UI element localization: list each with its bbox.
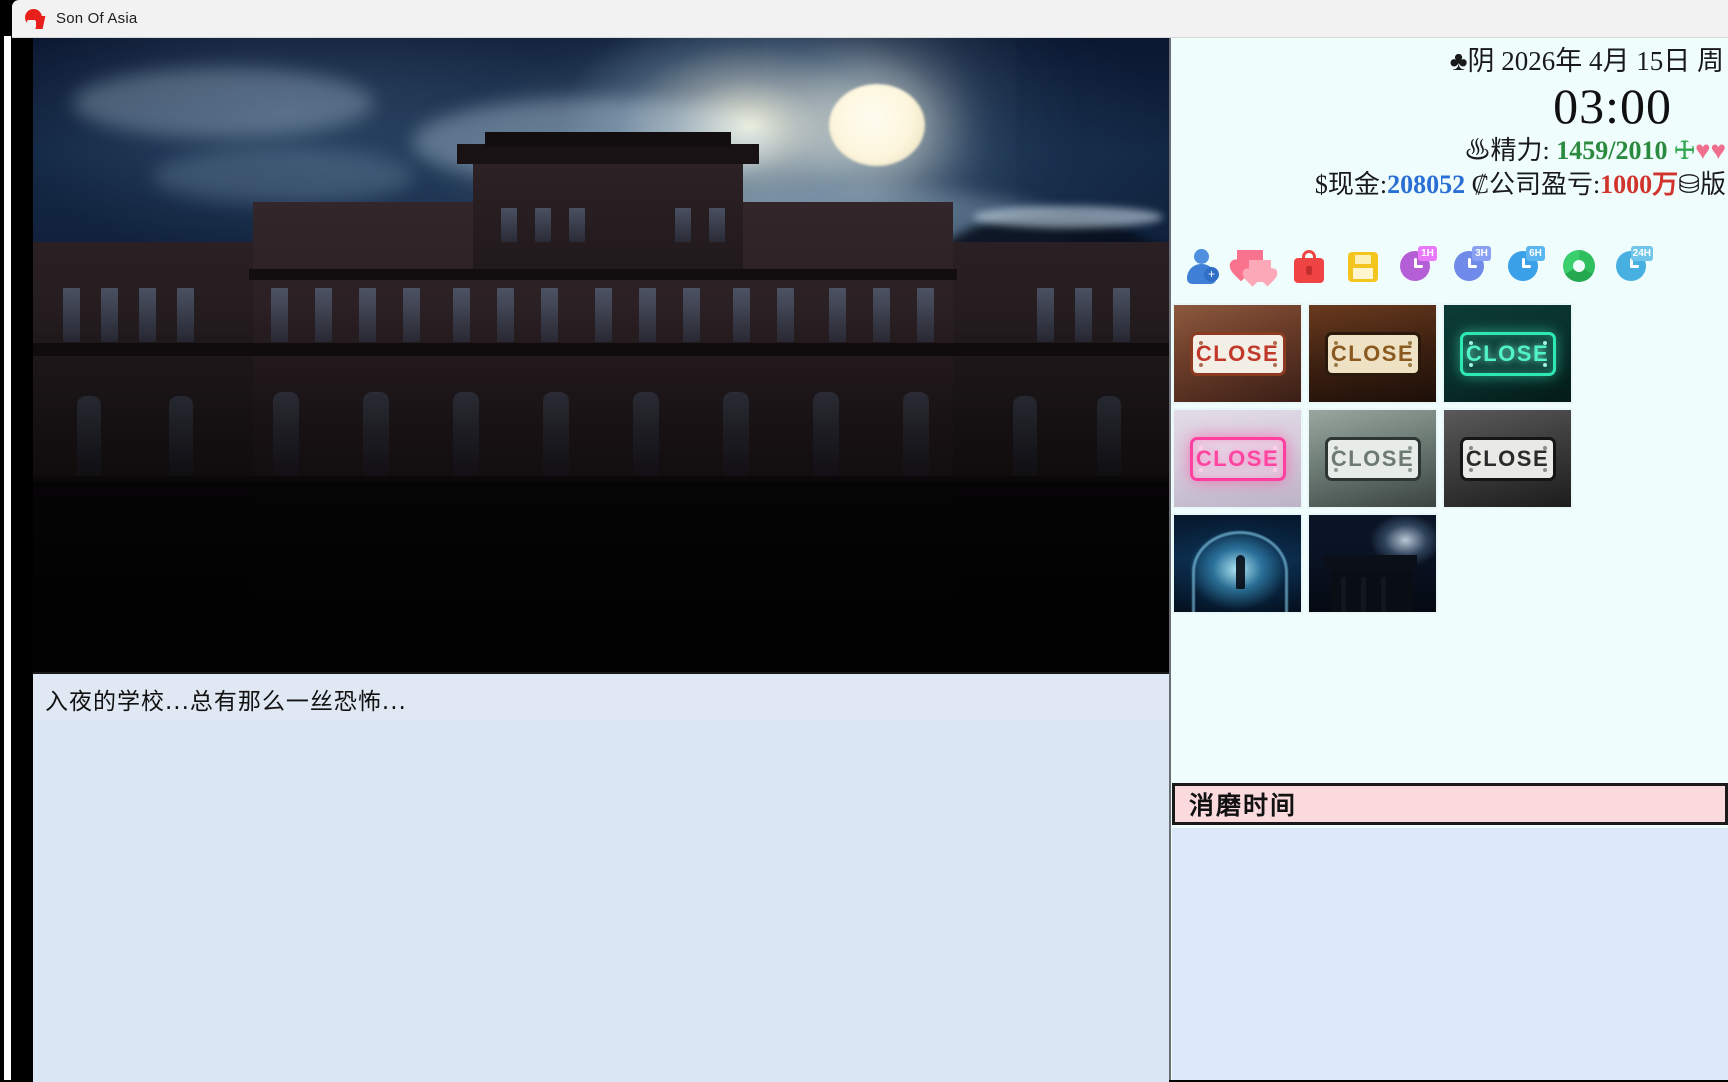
sign-screw [1468,362,1473,367]
sign-screw [1407,340,1412,345]
silhouette-figure [1236,555,1245,589]
thumb-close-dark[interactable]: CLOSE [1442,408,1573,509]
energy-icon: ♨ [1464,136,1491,165]
sign-screw [1272,467,1277,472]
clock-3h-icon[interactable]: 3H [1451,246,1491,286]
energy-value: 1459/2010 [1556,136,1668,165]
sign-screw [1542,362,1547,367]
chevron-right-icon[interactable]: › [1,298,11,316]
energy-display: ♨精力: 1459/2010 🜊♥♥ [1169,134,1728,168]
kill-time-label: 消磨时间 [1189,791,1298,820]
window-title: Son Of Asia [56,10,138,27]
moon-icon [829,84,925,166]
sign-screw [1468,467,1473,472]
money-display: $现金:208052 ₡公司盈亏:1000万⛁版 [1169,168,1728,202]
cash-icon: $ [1314,170,1328,199]
save-icon[interactable] [1343,246,1383,286]
sign-screw [1198,445,1203,450]
close-sign-label: CLOSE [1324,331,1421,376]
sidebar-lower-area[interactable] [1172,828,1728,1080]
clock-3h-badge: 3H [1472,246,1491,261]
cash-value: 208052 [1387,170,1466,199]
sign-screw [1407,445,1412,450]
close-sign-label: CLOSE [1459,331,1556,376]
close-sign-label: CLOSE [1189,331,1286,376]
dialogue-body[interactable] [33,720,1169,1082]
sign-screw [1407,467,1412,472]
extra-icon: ⛁ [1678,170,1700,199]
qt-logo-icon [24,8,46,30]
thumb-tunnel-blue[interactable] [1172,513,1303,614]
clock-6h-badge: 6H [1526,246,1545,261]
clock-24h-icon[interactable]: 24H [1613,246,1653,286]
energy-label: 精力: [1490,136,1550,165]
sign-screw [1542,340,1547,345]
profit-icon: ₡ [1471,170,1489,199]
clock-1h-icon[interactable]: 1H [1397,246,1437,286]
dialogue-panel[interactable]: 入夜的学校...总有那么一丝恐怖... [33,672,1169,1082]
sign-screw [1272,445,1277,450]
left-rail-strip [4,36,11,1080]
title-bar[interactable]: Son Of Asia [12,0,1728,38]
clock-6h-icon[interactable]: 6H [1505,246,1545,286]
clock-display: 03:00 [1553,78,1672,134]
clock-1h-badge: 1H [1418,246,1437,261]
sign-screw [1272,340,1277,345]
briefcase-icon[interactable] [1289,246,1329,286]
thumb-close-brown[interactable]: CLOSE [1307,303,1438,404]
sign-screw [1542,467,1547,472]
add-person-icon[interactable]: + [1181,246,1221,286]
left-rail: › [0,0,12,1080]
vine-icon: 🜊 [1673,136,1696,165]
close-sign-label: CLOSE [1459,436,1556,481]
heart-icons: ♥♥ [1695,136,1726,165]
profit-label: 公司盈亏: [1488,170,1601,199]
sign-screw [1198,340,1203,345]
sign-screw [1272,362,1277,367]
sign-screw [1468,445,1473,450]
sign-screw [1542,445,1547,450]
building-roof [1325,555,1417,571]
sign-screw [1407,362,1412,367]
cash-label: 现金: [1327,170,1388,199]
status-sidebar: ♣阴 2026年 4月 15日 周 03:00 ♨精力: 1459/2010 🜊… [1169,38,1728,1080]
sign-screw [1333,445,1338,450]
sign-screw [1333,362,1338,367]
status-header: ♣阴 2026年 4月 15日 周 03:00 ♨精力: 1459/2010 🜊… [1169,38,1728,202]
date-display: ♣阴 2026年 4月 15日 周 [1449,46,1724,76]
hearts-icon[interactable] [1226,246,1281,287]
thumb-close-red[interactable]: CLOSE [1172,303,1303,404]
school-building [33,132,1169,672]
sign-screw [1468,340,1473,345]
building-pillar [1381,577,1386,612]
dialogue-text: 入夜的学校...总有那么一丝恐怖... [45,689,407,715]
sign-screw [1333,340,1338,345]
thumb-close-pink[interactable]: CLOSE [1172,408,1303,509]
close-sign-label: CLOSE [1324,436,1421,481]
building-pillar [1341,577,1346,612]
game-scene-viewport[interactable] [33,38,1169,672]
clock-24h-badge: 24H [1630,246,1653,261]
kill-time-button[interactable]: 消磨时间 [1172,783,1728,825]
sign-screw [1198,362,1203,367]
thumb-close-green[interactable]: CLOSE [1442,303,1573,404]
quick-action-toolbar: + 1H 3H 6H 24H [1181,238,1728,294]
application-window: › Son Of Asia 入夜的学校...总有那么一丝恐怖... ♣阴 202… [0,0,1728,1082]
sign-screw [1198,467,1203,472]
recycle-icon[interactable] [1559,246,1599,286]
profit-value: 1000万 [1600,170,1679,199]
close-sign-label: CLOSE [1189,436,1286,481]
extra-label: 版 [1699,170,1726,199]
thumb-close-faded[interactable]: CLOSE [1307,408,1438,509]
location-thumbnail-grid: CLOSE CLOSE CLOSE CLOSE CLOSE CLOSE [1172,303,1728,614]
building-pillar [1361,577,1366,612]
thumb-night-building[interactable] [1307,513,1438,614]
sign-screw [1333,467,1338,472]
